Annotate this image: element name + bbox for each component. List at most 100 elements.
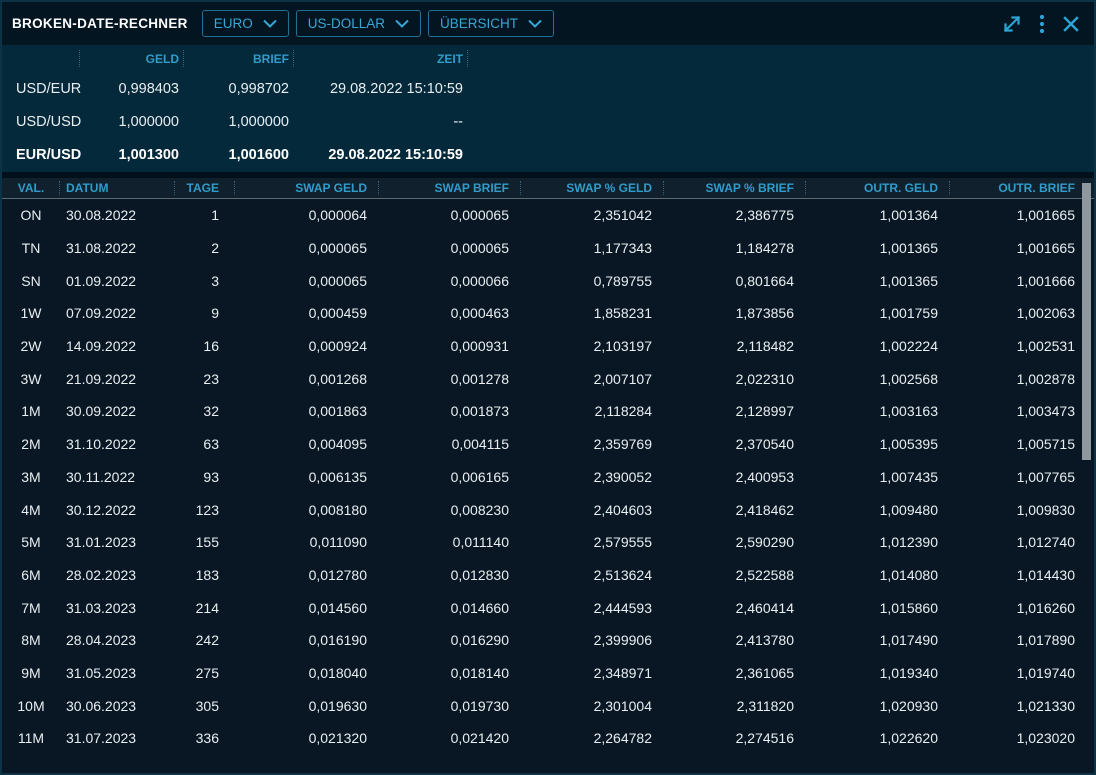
table-row[interactable]: 6M28.02.20231830,0127800,0128302,5136242… xyxy=(2,559,1094,592)
cell-swap-brief: 0,019730 xyxy=(379,698,521,714)
cell-val: 1W xyxy=(2,305,60,321)
table-row[interactable]: 3W21.09.2022230,0012680,0012782,0071072,… xyxy=(2,362,1094,395)
rates-header-brief: BRIEF xyxy=(184,45,294,72)
col-header-swap-pct-geld: SWAP % GELD xyxy=(521,178,664,198)
table-row[interactable]: 1W07.09.202290,0004590,0004631,8582311,8… xyxy=(2,297,1094,330)
cell-swap-geld: 0,012780 xyxy=(235,567,379,583)
rate-pair: EUR/USD xyxy=(2,147,80,163)
rates-panel: GELD BRIEF ZEIT USD/EUR0,9984030,9987022… xyxy=(2,45,1094,172)
cell-val: 2M xyxy=(2,436,60,452)
cell-outr-brief: 1,016260 xyxy=(950,600,1094,616)
chevron-down-icon xyxy=(528,16,542,31)
col-header-tage: TAGE xyxy=(175,178,235,198)
cell-swap-brief: 0,016290 xyxy=(379,632,521,648)
table-row[interactable]: 9M31.05.20232750,0180400,0181402,3489712… xyxy=(2,657,1094,690)
table-row[interactable]: TN31.08.202220,0000650,0000651,1773431,1… xyxy=(2,232,1094,265)
cell-tage: 3 xyxy=(175,273,235,289)
rates-header-spacer xyxy=(2,45,80,72)
cell-outr-brief: 1,014430 xyxy=(950,567,1094,583)
table-row[interactable]: 2M31.10.2022630,0040950,0041152,3597692,… xyxy=(2,428,1094,461)
currency-dropdown-2-label: US-DOLLAR xyxy=(308,16,385,31)
col-header-outr-geld: OUTR. GELD xyxy=(806,178,950,198)
cell-swap-pct-geld: 2,264782 xyxy=(521,730,664,746)
view-dropdown[interactable]: ÜBERSICHT xyxy=(428,10,554,37)
table-row[interactable]: 8M28.04.20232420,0161900,0162902,3999062… xyxy=(2,624,1094,657)
cell-tage: 305 xyxy=(175,698,235,714)
rate-brief: 1,000000 xyxy=(184,114,294,130)
expand-icon[interactable] xyxy=(1002,14,1022,34)
currency-dropdown-1[interactable]: EURO xyxy=(202,10,289,37)
cell-outr-geld: 1,001759 xyxy=(806,305,950,321)
cell-outr-brief: 1,001666 xyxy=(950,273,1094,289)
cell-swap-brief: 0,001278 xyxy=(379,371,521,387)
cell-val: TN xyxy=(2,240,60,256)
cell-swap-pct-geld: 2,404603 xyxy=(521,502,664,518)
cell-datum: 31.05.2023 xyxy=(60,665,175,681)
rate-row: USD/EUR0,9984030,99870229.08.2022 15:10:… xyxy=(2,72,1094,105)
cell-val: 3M xyxy=(2,469,60,485)
cell-datum: 31.07.2023 xyxy=(60,730,175,746)
table-row[interactable]: 1M30.09.2022320,0018630,0018732,1182842,… xyxy=(2,395,1094,428)
cell-swap-pct-geld: 2,444593 xyxy=(521,600,664,616)
cell-outr-geld: 1,005395 xyxy=(806,436,950,452)
cell-val: 8M xyxy=(2,632,60,648)
cell-swap-pct-geld: 2,359769 xyxy=(521,436,664,452)
cell-val: 7M xyxy=(2,600,60,616)
cell-swap-pct-geld: 2,103197 xyxy=(521,338,664,354)
cell-tage: 155 xyxy=(175,534,235,550)
cell-tage: 63 xyxy=(175,436,235,452)
cell-outr-brief: 1,002063 xyxy=(950,305,1094,321)
table-row[interactable]: 10M30.06.20233050,0196300,0197302,301004… xyxy=(2,689,1094,722)
cell-swap-brief: 0,018140 xyxy=(379,665,521,681)
cell-tage: 16 xyxy=(175,338,235,354)
col-header-datum: DATUM xyxy=(60,178,175,198)
table-row[interactable]: 5M31.01.20231550,0110900,0111402,5795552… xyxy=(2,526,1094,559)
cell-swap-pct-geld: 2,579555 xyxy=(521,534,664,550)
close-icon[interactable] xyxy=(1062,15,1080,33)
cell-swap-pct-brief: 2,400953 xyxy=(664,469,806,485)
cell-tage: 336 xyxy=(175,730,235,746)
cell-outr-geld: 1,017490 xyxy=(806,632,950,648)
cell-swap-pct-brief: 2,370540 xyxy=(664,436,806,452)
cell-outr-geld: 1,012390 xyxy=(806,534,950,550)
rate-zeit: 29.08.2022 15:10:59 xyxy=(294,81,468,97)
cell-swap-pct-brief: 2,022310 xyxy=(664,371,806,387)
cell-datum: 30.06.2023 xyxy=(60,698,175,714)
cell-swap-brief: 0,000065 xyxy=(379,207,521,223)
cell-swap-brief: 0,011140 xyxy=(379,534,521,550)
cell-datum: 28.04.2023 xyxy=(60,632,175,648)
cell-swap-pct-brief: 2,361065 xyxy=(664,665,806,681)
rate-geld: 1,001300 xyxy=(80,147,184,163)
cell-datum: 01.09.2022 xyxy=(60,273,175,289)
table-row[interactable]: 3M30.11.2022930,0061350,0061652,3900522,… xyxy=(2,461,1094,494)
table-row[interactable]: 11M31.07.20233360,0213200,0214202,264782… xyxy=(2,722,1094,755)
col-header-val: VAL. xyxy=(2,178,60,198)
table-row[interactable]: 7M31.03.20232140,0145600,0146602,4445932… xyxy=(2,591,1094,624)
titlebar-actions xyxy=(1002,14,1080,34)
table-row[interactable]: 2W14.09.2022160,0009240,0009312,1031972,… xyxy=(2,330,1094,363)
kebab-menu-icon[interactable] xyxy=(1039,14,1045,34)
table-row[interactable]: ON30.08.202210,0000640,0000652,3510422,3… xyxy=(2,199,1094,232)
rates-header-zeit: ZEIT xyxy=(294,45,468,72)
cell-val: 4M xyxy=(2,502,60,518)
cell-outr-brief: 1,007765 xyxy=(950,469,1094,485)
vertical-scrollbar[interactable] xyxy=(1081,181,1092,771)
cell-swap-geld: 0,018040 xyxy=(235,665,379,681)
cell-swap-pct-brief: 1,873856 xyxy=(664,305,806,321)
cell-swap-geld: 0,011090 xyxy=(235,534,379,550)
cell-outr-geld: 1,019340 xyxy=(806,665,950,681)
cell-val: 9M xyxy=(2,665,60,681)
cell-swap-geld: 0,019630 xyxy=(235,698,379,714)
scrollbar-thumb[interactable] xyxy=(1082,183,1091,460)
currency-dropdown-1-label: EURO xyxy=(214,16,253,31)
table-row[interactable]: SN01.09.202230,0000650,0000660,7897550,8… xyxy=(2,264,1094,297)
cell-tage: 123 xyxy=(175,502,235,518)
cell-datum: 31.01.2023 xyxy=(60,534,175,550)
rate-zeit: 29.08.2022 15:10:59 xyxy=(294,147,468,163)
table-row[interactable]: 4M30.12.20221230,0081800,0082302,4046032… xyxy=(2,493,1094,526)
cell-datum: 31.08.2022 xyxy=(60,240,175,256)
currency-dropdown-2[interactable]: US-DOLLAR xyxy=(296,10,421,37)
cell-swap-pct-brief: 2,128997 xyxy=(664,403,806,419)
cell-swap-geld: 0,004095 xyxy=(235,436,379,452)
cell-outr-geld: 1,009480 xyxy=(806,502,950,518)
